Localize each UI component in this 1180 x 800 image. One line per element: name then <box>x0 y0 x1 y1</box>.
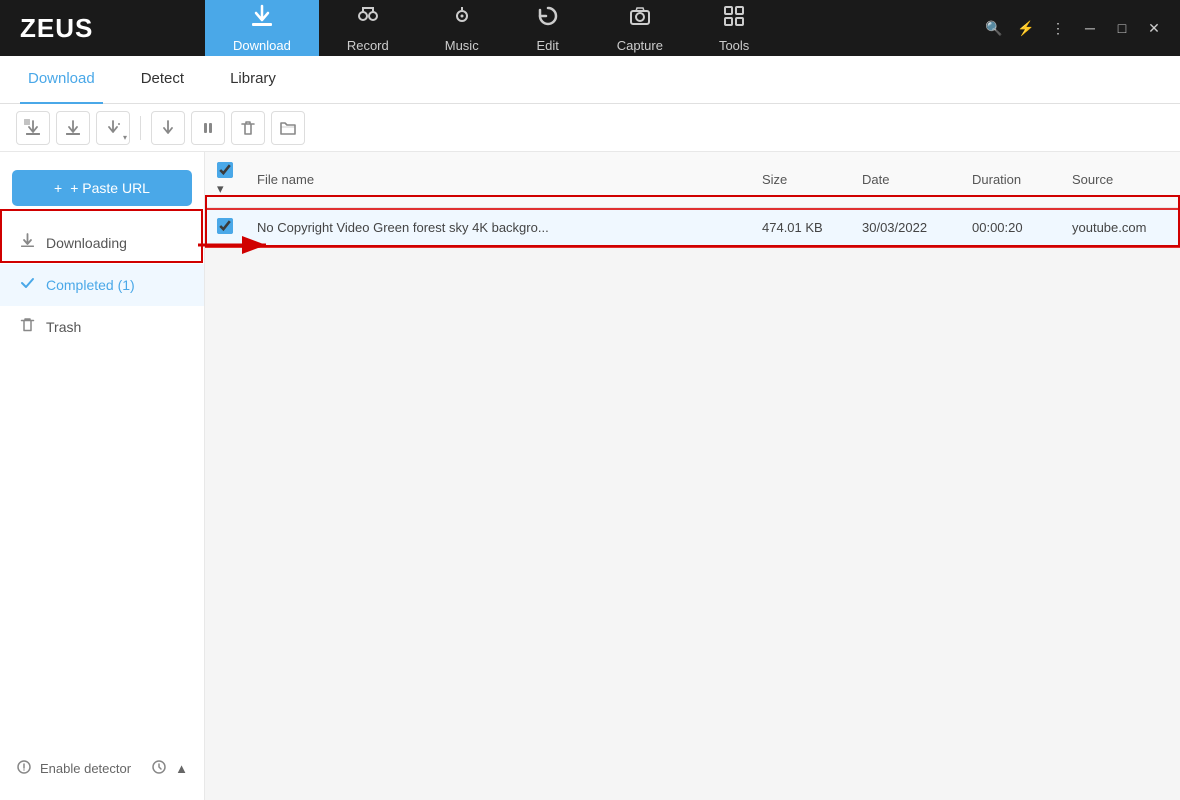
music-nav-icon <box>449 3 475 35</box>
search-btn[interactable]: 🔍 <box>980 14 1008 42</box>
row-checkbox-cell <box>205 208 245 248</box>
paste-url-button[interactable]: + + Paste URL <box>12 170 192 206</box>
save-btn[interactable] <box>151 111 185 145</box>
app-logo: ZEUS <box>0 0 205 56</box>
enable-detector[interactable]: Enable detector ▲ <box>0 749 204 788</box>
chevron-up-icon: ▲ <box>175 761 188 776</box>
nav-item-tools[interactable]: Tools <box>691 0 777 56</box>
nav-label-edit: Edit <box>537 38 559 53</box>
share-btn[interactable]: ⚡ <box>1012 14 1040 42</box>
sidebar: + + Paste URL Downloading <box>0 152 205 800</box>
tools-nav-icon <box>721 3 747 35</box>
completed-icon <box>19 274 36 296</box>
close-btn[interactable]: ✕ <box>1140 14 1168 42</box>
delete-btn[interactable] <box>231 111 265 145</box>
nav-items: Download Record Music <box>205 0 980 56</box>
more-btn[interactable]: ⋮ <box>1044 14 1072 42</box>
file-table: ▾ File name Size Date Duration <box>205 152 1180 248</box>
table-area: ▾ File name Size Date Duration <box>205 152 1180 800</box>
row-source-cell: youtube.com <box>1060 208 1180 248</box>
tab-detect[interactable]: Detect <box>133 56 192 104</box>
capture-nav-icon <box>627 3 653 35</box>
nav-label-record: Record <box>347 38 389 53</box>
record-nav-icon <box>355 3 381 35</box>
col-header-size: Size <box>750 152 850 208</box>
minimize-btn[interactable]: ─ <box>1076 14 1104 42</box>
sidebar-bottom: Enable detector ▲ <box>0 749 204 800</box>
audio-download-btn[interactable]: ▾ <box>96 111 130 145</box>
row-date-cell: 30/03/2022 <box>850 208 960 248</box>
row-size-cell: 474.01 KB <box>750 208 850 248</box>
sidebar-wrapper: + + Paste URL Downloading <box>0 152 205 800</box>
nav-item-capture[interactable]: Capture <box>589 0 691 56</box>
tab-library[interactable]: Library <box>222 56 284 104</box>
logo-text: ZEUS <box>20 13 93 44</box>
maximize-btn[interactable]: □ <box>1108 14 1136 42</box>
col-header-checkbox: ▾ <box>205 152 245 208</box>
downloading-icon <box>19 232 36 254</box>
row-checkbox[interactable] <box>217 218 233 234</box>
download-selected-btn[interactable] <box>56 111 90 145</box>
nav-label-capture: Capture <box>617 38 663 53</box>
col-header-duration: Duration <box>960 152 1060 208</box>
enable-detector-label: Enable detector <box>40 761 131 776</box>
table-row: No Copyright Video Green forest sky 4K b… <box>205 208 1180 248</box>
add-to-queue-btn[interactable] <box>16 111 50 145</box>
toolbar-row: ▾ <box>0 104 1180 152</box>
paste-url-label: + Paste URL <box>70 180 150 196</box>
sidebar-item-completed[interactable]: Completed (1) <box>0 264 204 306</box>
sidebar-item-downloading[interactable]: Downloading <box>0 222 204 264</box>
sidebar-trash-label: Trash <box>46 319 81 335</box>
col-header-source: Source <box>1060 152 1180 208</box>
trash-icon <box>19 316 36 338</box>
table-header-row: ▾ File name Size Date Duration <box>205 152 1180 208</box>
top-bar: ZEUS Download Record <box>0 0 1180 56</box>
select-all-checkbox[interactable] <box>217 162 233 178</box>
nav-label-tools: Tools <box>719 38 749 53</box>
nav-item-music[interactable]: Music <box>417 0 507 56</box>
tabs-row: Download Detect Library <box>0 56 1180 104</box>
col-header-date: Date <box>850 152 960 208</box>
window-controls: 🔍 ⚡ ⋮ ─ □ ✕ <box>980 14 1180 42</box>
sidebar-downloading-label: Downloading <box>46 235 127 251</box>
open-folder-btn[interactable] <box>271 111 305 145</box>
enable-detector-circle-icon <box>16 759 32 778</box>
edit-nav-icon <box>535 3 561 35</box>
tab-download[interactable]: Download <box>20 56 103 104</box>
toolbar-sep-1 <box>140 116 141 140</box>
nav-label-music: Music <box>445 38 479 53</box>
time-icon <box>151 759 167 778</box>
paste-url-icon: + <box>54 180 62 196</box>
row-duration-cell: 00:00:20 <box>960 208 1060 248</box>
nav-label-download: Download <box>233 38 291 53</box>
nav-item-record[interactable]: Record <box>319 0 417 56</box>
sidebar-completed-label: Completed (1) <box>46 277 135 293</box>
main-content: + + Paste URL Downloading <box>0 152 1180 800</box>
col-header-filename: File name <box>245 152 750 208</box>
nav-item-download[interactable]: Download <box>205 0 319 56</box>
row-filename-cell: No Copyright Video Green forest sky 4K b… <box>245 208 750 248</box>
pause-btn[interactable] <box>191 111 225 145</box>
sidebar-item-trash[interactable]: Trash <box>0 306 204 348</box>
download-nav-icon <box>249 3 275 35</box>
nav-item-edit[interactable]: Edit <box>507 0 589 56</box>
sidebar-top: + + Paste URL Downloading <box>0 162 204 348</box>
